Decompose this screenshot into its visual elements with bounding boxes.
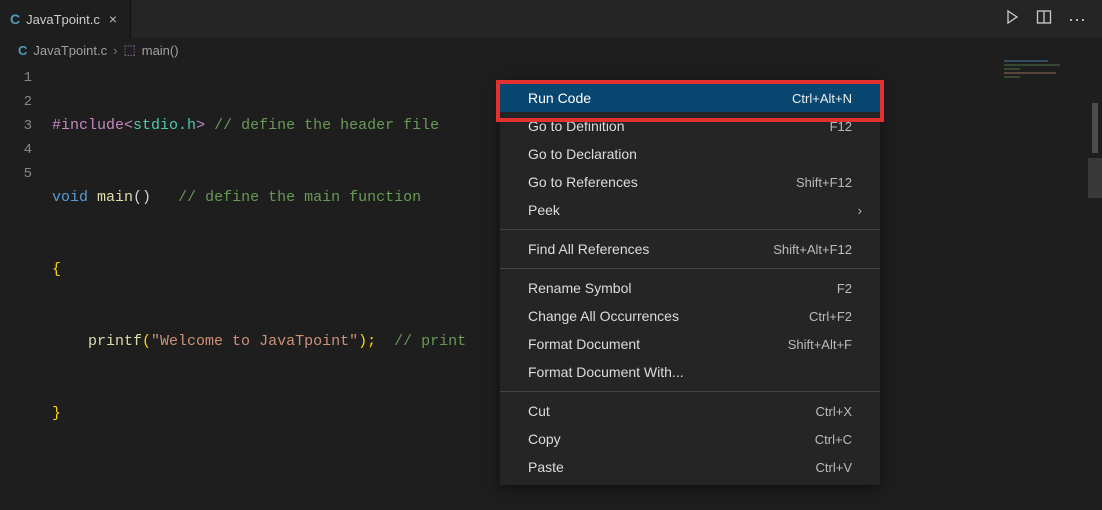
separator	[500, 229, 880, 230]
tab-file[interactable]: C JavaTpoint.c ×	[0, 0, 131, 38]
run-icon[interactable]	[1004, 9, 1020, 30]
c-file-icon: C	[10, 11, 20, 27]
minimap[interactable]	[1004, 60, 1084, 90]
context-menu: Run CodeCtrl+Alt+N Go to DefinitionF12 G…	[500, 80, 880, 485]
menu-paste[interactable]: PasteCtrl+V	[500, 453, 880, 481]
separator	[500, 268, 880, 269]
split-editor-icon[interactable]	[1036, 9, 1052, 30]
menu-format-with[interactable]: Format Document With...	[500, 358, 880, 386]
menu-format-doc[interactable]: Format DocumentShift+Alt+F	[500, 330, 880, 358]
menu-go-declaration[interactable]: Go to Declaration	[500, 140, 880, 168]
breadcrumb-file: JavaTpoint.c	[33, 43, 107, 58]
menu-peek[interactable]: Peek›	[500, 196, 880, 224]
scrollbar[interactable]	[1088, 38, 1102, 510]
code-area[interactable]: #include<stdio.h> // define the header f…	[52, 66, 466, 474]
tab-bar: C JavaTpoint.c × ···	[0, 0, 1102, 38]
close-icon[interactable]: ×	[106, 11, 120, 27]
tab-filename: JavaTpoint.c	[26, 12, 100, 27]
breadcrumb-symbol: main()	[142, 43, 179, 58]
separator	[500, 391, 880, 392]
breadcrumb[interactable]: C JavaTpoint.c › ⬚ main()	[0, 38, 1102, 62]
menu-copy[interactable]: CopyCtrl+C	[500, 425, 880, 453]
menu-change-all[interactable]: Change All OccurrencesCtrl+F2	[500, 302, 880, 330]
chevron-right-icon: ›	[858, 203, 862, 218]
menu-go-references[interactable]: Go to ReferencesShift+F12	[500, 168, 880, 196]
chevron-right-icon: ›	[113, 43, 117, 58]
menu-rename[interactable]: Rename SymbolF2	[500, 274, 880, 302]
more-icon[interactable]: ···	[1068, 9, 1086, 30]
menu-run-code[interactable]: Run CodeCtrl+Alt+N	[500, 84, 880, 112]
c-file-icon: C	[18, 43, 27, 58]
menu-go-definition[interactable]: Go to DefinitionF12	[500, 112, 880, 140]
line-gutter: 1 2 3 4 5	[0, 66, 52, 474]
menu-find-all[interactable]: Find All ReferencesShift+Alt+F12	[500, 235, 880, 263]
menu-cut[interactable]: CutCtrl+X	[500, 397, 880, 425]
cube-icon: ⬚	[123, 42, 135, 58]
